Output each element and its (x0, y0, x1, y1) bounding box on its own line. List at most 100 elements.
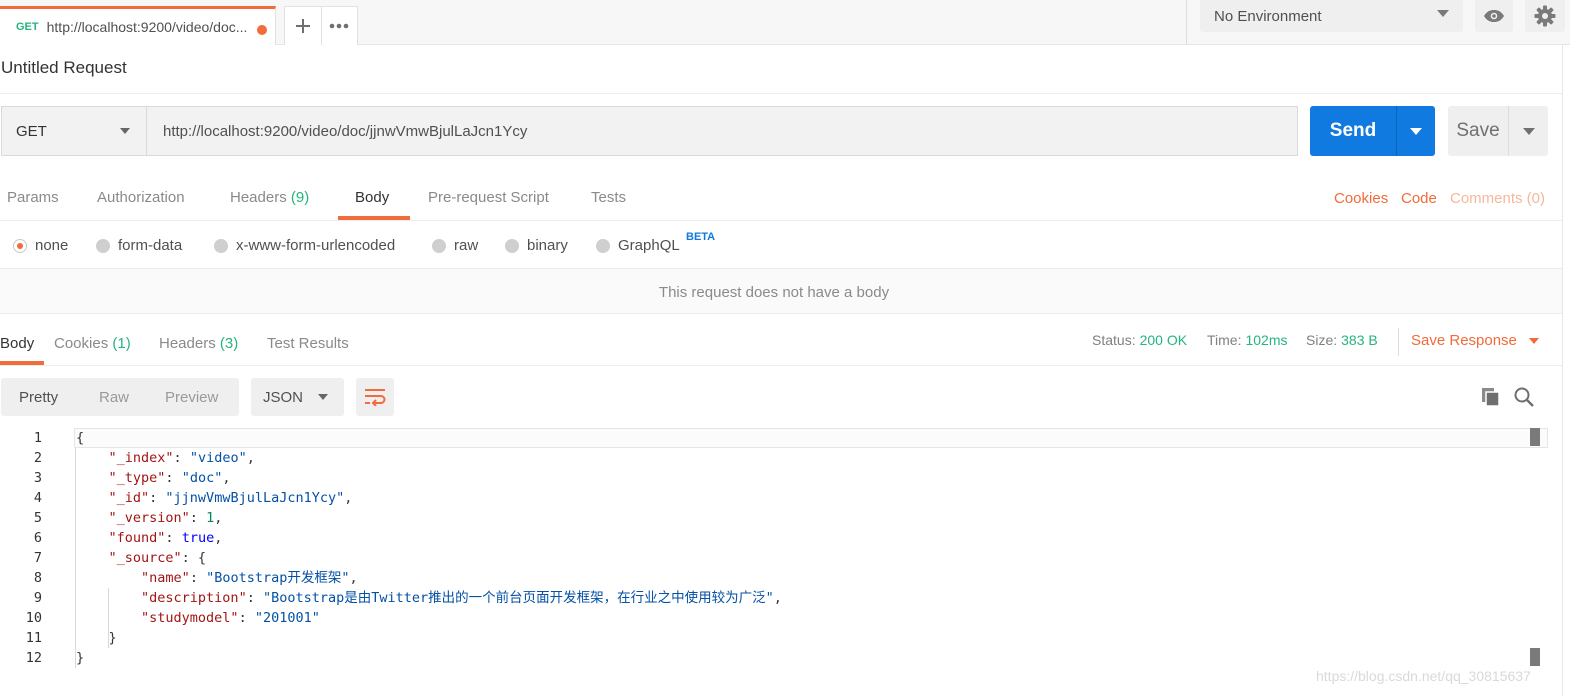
chevron-down-icon (318, 394, 328, 400)
response-tab-cookies[interactable]: Cookies (1) (54, 335, 131, 352)
send-button[interactable]: Send (1310, 106, 1396, 156)
json-string: "Bootstrap是由Twitter推出的一个前台页面开发框架，在行业之中使用… (262, 590, 774, 606)
response-status[interactable]: Status: 200 OK (1092, 332, 1187, 348)
body-type-form-data[interactable]: form-data (96, 237, 182, 254)
status-value: 200 OK (1139, 332, 1188, 348)
wrap-lines-icon (365, 389, 386, 406)
line-number: 7 (33, 550, 42, 566)
send-options-button[interactable] (1396, 106, 1435, 156)
status-divider (1398, 328, 1399, 356)
radio-unselected (505, 238, 519, 253)
request-title[interactable]: Untitled Request (1, 58, 127, 78)
code-line: "description": "Bootstrap是由Twitter推出的一个前… (141, 590, 782, 606)
chevron-down-icon (1437, 10, 1449, 17)
radio-unselected (432, 238, 446, 253)
line-number: 3 (33, 470, 42, 486)
no-body-message: This request does not have a body (658, 284, 890, 301)
json-key: "_id" (108, 490, 150, 506)
json-string: "doc" (181, 470, 223, 486)
line-number: 12 (25, 650, 42, 666)
response-time[interactable]: Time: 102ms (1207, 332, 1288, 348)
request-tab-method: GET (16, 21, 39, 33)
plus-icon (295, 19, 310, 33)
response-tab-test-results[interactable]: Test Results (267, 335, 349, 352)
tab-bar-divider (1186, 0, 1187, 45)
radio-selected (13, 238, 27, 253)
code-line: { (76, 430, 85, 446)
save-options-button[interactable] (1508, 106, 1548, 156)
tab-bar: GET http://localhost:9200/video/doc... N… (0, 0, 1570, 45)
editor-scrollbar[interactable] (1530, 428, 1540, 668)
view-raw-button[interactable]: Raw (99, 389, 129, 406)
tab-tests[interactable]: Tests (591, 189, 626, 206)
body-type-binary-label: binary (527, 237, 568, 254)
environment-select-value: No Environment (1214, 7, 1322, 25)
view-preview-button[interactable]: Preview (165, 389, 218, 406)
copy-response-button[interactable] (1480, 386, 1504, 410)
format-select-value: JSON (263, 388, 304, 406)
radio-unselected (596, 238, 610, 253)
tab-headers[interactable]: Headers (9) (230, 189, 309, 206)
response-body-editor[interactable]: 1 2 3 4 5 6 7 8 9 10 11 12 { "_index": "… (0, 428, 1548, 668)
response-tab-headers-count: (3) (219, 335, 239, 352)
method-select[interactable]: GET (1, 106, 147, 156)
json-key: "description" (141, 590, 247, 606)
body-type-graphql[interactable]: GraphQL (596, 237, 680, 254)
body-type-urlencoded[interactable]: x-www-form-urlencoded (214, 237, 395, 254)
json-key: "_index" (108, 450, 174, 466)
save-button[interactable]: Save (1448, 106, 1508, 156)
view-mode-group: Pretty Raw Preview (1, 378, 239, 416)
code-lines: { "_index": "video", "_type": "doc", "_i… (76, 428, 782, 668)
request-tab-url: http://localhost:9200/video/doc... (46, 19, 248, 35)
more-dots-icon (329, 23, 349, 29)
body-type-binary[interactable]: binary (505, 237, 568, 254)
tab-params[interactable]: Params (7, 189, 59, 206)
body-type-urlencoded-label: x-www-form-urlencoded (236, 237, 396, 254)
tab-pre-request-script[interactable]: Pre-request Script (428, 189, 549, 206)
body-type-form-data-label: form-data (118, 237, 183, 254)
json-key: "_type" (108, 470, 166, 486)
size-label: Size: (1306, 332, 1338, 348)
new-tab-button[interactable] (285, 7, 321, 45)
response-tab-headers-label: Headers (159, 335, 216, 352)
window-right-edge (1562, 45, 1570, 696)
line-number: 10 (25, 610, 42, 626)
code-line: "_type": "doc", (108, 470, 231, 486)
json-number: 1 (206, 510, 215, 526)
save-response-button[interactable]: Save Response (1411, 332, 1517, 349)
format-select[interactable]: JSON (251, 378, 344, 416)
comments-link[interactable]: Comments (0) (1450, 190, 1545, 207)
code-line: "name": "Bootstrap开发框架", (141, 570, 358, 586)
code-line: "studymodel": "201001" (141, 610, 320, 626)
wrap-lines-button[interactable] (356, 378, 394, 416)
request-tab[interactable]: GET http://localhost:9200/video/doc... (0, 6, 276, 45)
environment-select[interactable]: No Environment (1200, 0, 1463, 32)
code-line: "_id": "jjnwVmwBjulLaJcn1Ycy", (108, 490, 353, 506)
code-link[interactable]: Code (1401, 190, 1437, 207)
title-divider (0, 93, 1562, 94)
response-tab-headers[interactable]: Headers (3) (159, 335, 238, 352)
body-type-none[interactable]: none (13, 237, 68, 254)
cookies-link[interactable]: Cookies (1334, 190, 1388, 207)
response-size[interactable]: Size: 383 B (1306, 332, 1378, 348)
code-line: } (76, 650, 85, 666)
tab-authorization[interactable]: Authorization (97, 189, 185, 206)
body-type-options: none form-data x-www-form-urlencoded raw… (0, 220, 1562, 268)
view-pretty-button[interactable]: Pretty (19, 389, 58, 406)
response-tab-body[interactable]: Body (0, 335, 34, 352)
radio-unselected (96, 238, 110, 253)
chevron-down-icon[interactable] (1529, 338, 1539, 344)
code-line: "found": true, (108, 530, 223, 546)
more-tabs-button[interactable] (320, 7, 358, 45)
tab-body[interactable]: Body (355, 189, 389, 206)
search-response-button[interactable] (1513, 386, 1537, 410)
settings-button[interactable] (1525, 0, 1565, 32)
response-tab-cookies-label: Cookies (54, 335, 109, 352)
environment-quick-look-button[interactable] (1475, 0, 1513, 32)
code-line: "_index": "video", (108, 450, 255, 466)
graphql-beta-badge: BETA (686, 231, 716, 243)
body-type-raw[interactable]: raw (432, 237, 478, 254)
json-string: "201001" (254, 610, 320, 626)
url-input[interactable] (147, 106, 1298, 156)
line-number: 11 (25, 630, 42, 646)
